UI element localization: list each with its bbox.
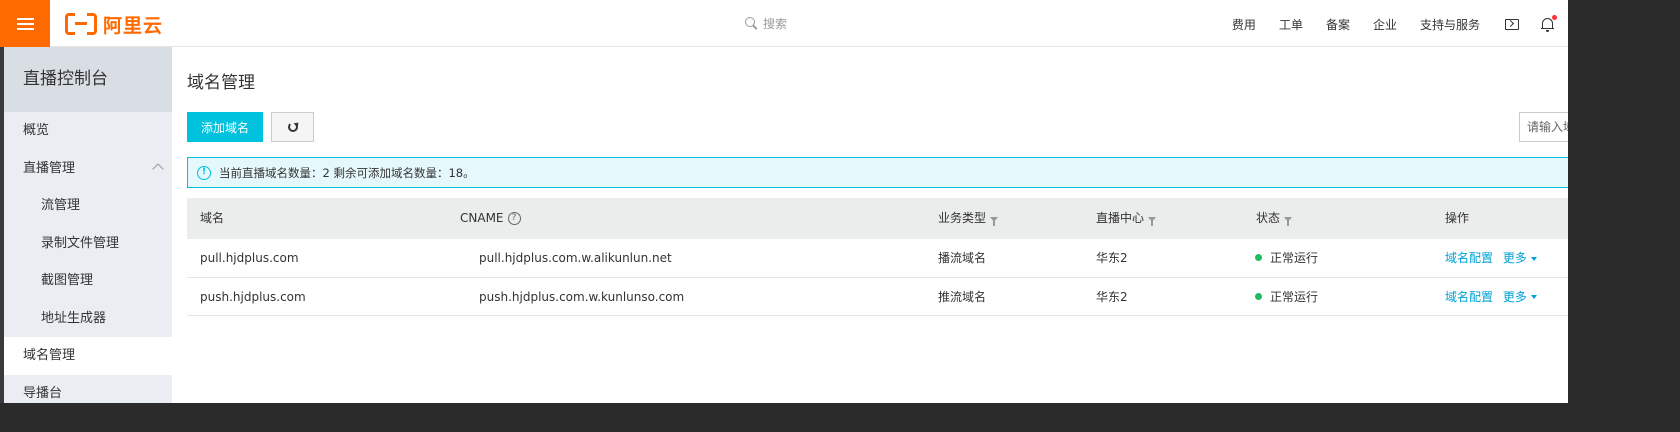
column-label: 域名	[200, 211, 225, 225]
nav-billing[interactable]: 费用	[1232, 16, 1256, 33]
sidebar-item-domain-management[interactable]: 域名管理	[4, 337, 172, 375]
cell-cname: pull.hjdplus.com.w.alikunlun.net	[479, 251, 672, 265]
hamburger-menu-button[interactable]	[0, 0, 50, 47]
nav-ticket[interactable]: 工单	[1279, 16, 1303, 33]
domain-quota-notice: ! 当前直播域名数量：2 剩余可添加域名数量：18。	[187, 157, 1568, 188]
column-domain: 域名	[200, 198, 224, 239]
caret-down-icon	[1530, 295, 1537, 299]
sidebar-item-label: 直播管理	[23, 160, 76, 176]
cell-cname: push.hjdplus.com.w.kunlunso.com	[479, 289, 685, 304]
cell-actions: 域名配置 更多	[1445, 239, 1537, 277]
caret-down-icon	[1530, 256, 1537, 261]
desktop-background-bottom	[0, 403, 1568, 432]
nav-icp-filing[interactable]: 备案	[1326, 16, 1350, 33]
domain-table: 域名 CNAME ? 业务类型 直播中心 状态 操作 pull.hjdplus.…	[187, 198, 1568, 316]
column-label: 业务类型	[938, 211, 987, 225]
cell-center: 华东2	[1096, 289, 1128, 304]
sidebar-item-recording-files[interactable]: 录制文件管理	[4, 225, 172, 263]
page-title: 域名管理	[187, 73, 255, 93]
column-cname: CNAME ?	[460, 198, 521, 239]
search-placeholder: 搜索	[763, 17, 788, 31]
global-search[interactable]: 搜索	[745, 15, 787, 32]
add-domain-button[interactable]: 添加域名	[187, 112, 263, 142]
domain-config-link[interactable]: 域名配置	[1445, 290, 1493, 304]
sidebar-item-label: 概览	[23, 123, 50, 138]
sidebar-item-snapshots[interactable]: 截图管理	[4, 262, 172, 300]
sidebar-item-label: 流管理	[41, 198, 81, 213]
sidebar-item-label: 域名管理	[23, 348, 76, 363]
table-row: pull.hjdplus.com pull.hjdplus.com.w.alik…	[187, 239, 1568, 278]
more-label: 更多	[1502, 289, 1527, 304]
cell-type: 播流域名	[938, 251, 987, 265]
domain-config-link[interactable]: 域名配置	[1445, 251, 1493, 265]
notice-text: 当前直播域名数量：2 剩余可添加域名数量：18。	[219, 165, 475, 180]
aliyun-logo[interactable]: 阿里云	[65, 12, 164, 37]
sidebar-item-url-generator[interactable]: 地址生成器	[4, 300, 172, 338]
column-actions: 操作	[1445, 198, 1469, 239]
column-status: 状态	[1256, 198, 1293, 239]
help-icon[interactable]: ?	[507, 212, 521, 225]
search-icon	[745, 17, 758, 30]
cell-status: 正常运行	[1255, 278, 1318, 316]
sidebar-item-label: 导播台	[23, 385, 63, 401]
column-type: 业务类型	[938, 198, 999, 239]
sidebar-item-label: 录制文件管理	[41, 235, 120, 251]
sidebar-title: 直播控制台	[4, 47, 172, 112]
status-dot-icon	[1255, 292, 1262, 300]
filter-icon[interactable]	[1148, 217, 1157, 226]
more-actions-link[interactable]: 更多	[1503, 251, 1537, 265]
top-bar: 阿里云 搜索 费用 工单 备案 企业 支持与服务	[0, 0, 1568, 47]
domain-search-input[interactable]	[1519, 112, 1568, 142]
chevron-up-icon[interactable]	[152, 162, 164, 175]
table-header: 域名 CNAME ? 业务类型 直播中心 状态 操作	[187, 198, 1568, 239]
cell-actions: 域名配置 更多	[1445, 278, 1537, 316]
notification-dot	[1552, 14, 1557, 20]
filter-icon[interactable]	[990, 217, 999, 226]
refresh-icon	[287, 122, 298, 132]
table-row: push.hjdplus.com push.hjdplus.com.w.kunl…	[187, 278, 1568, 316]
column-label: 操作	[1445, 211, 1470, 225]
sidebar-item-label: 截图管理	[41, 273, 94, 288]
console-window: 阿里云 搜索 费用 工单 备案 企业 支持与服务 直播控制台 概览 直播管理 流…	[0, 0, 1568, 403]
main-content: 域名管理 添加域名 ! 当前直播域名数量：2 剩余可添加域名数量：18。 域名 …	[172, 47, 1568, 403]
info-icon: !	[197, 165, 211, 180]
status-dot-icon	[1255, 254, 1262, 261]
status-text: 正常运行	[1270, 251, 1319, 265]
sidebar-item-overview[interactable]: 概览	[4, 112, 172, 150]
aliyun-logo-icon	[65, 13, 97, 35]
cell-status: 正常运行	[1255, 239, 1318, 277]
cell-domain: pull.hjdplus.com	[200, 251, 299, 265]
column-label: CNAME	[460, 211, 504, 225]
filter-icon[interactable]	[1284, 217, 1293, 226]
desktop-background	[1568, 0, 1680, 432]
terminal-icon[interactable]	[1505, 18, 1519, 30]
nav-support[interactable]: 支持与服务	[1420, 16, 1480, 33]
column-label: 状态	[1256, 211, 1281, 225]
cell-center: 华东2	[1096, 251, 1128, 265]
cell-type: 推流域名	[938, 289, 987, 304]
column-label: 直播中心	[1096, 211, 1145, 225]
status-text: 正常运行	[1270, 289, 1319, 304]
logo-text: 阿里云	[103, 14, 164, 37]
sidebar-item-stream-management[interactable]: 流管理	[4, 187, 172, 225]
top-nav: 费用 工单 备案 企业 支持与服务	[1232, 14, 1568, 33]
sidebar-item-label: 地址生成器	[41, 310, 107, 326]
refresh-button[interactable]	[271, 112, 314, 142]
more-label: 更多	[1502, 251, 1527, 265]
sidebar-item-director[interactable]: 导播台	[4, 375, 172, 404]
cell-domain: push.hjdplus.com	[200, 289, 306, 304]
sidebar-item-live-management[interactable]: 直播管理	[4, 150, 172, 188]
column-center: 直播中心	[1096, 198, 1157, 239]
sidebar: 直播控制台 概览 直播管理 流管理 录制文件管理 截图管理 地址生成器 域名管理…	[0, 47, 172, 403]
more-actions-link[interactable]: 更多	[1503, 290, 1537, 304]
bell-icon[interactable]	[1541, 14, 1557, 32]
nav-enterprise[interactable]: 企业	[1373, 16, 1397, 33]
